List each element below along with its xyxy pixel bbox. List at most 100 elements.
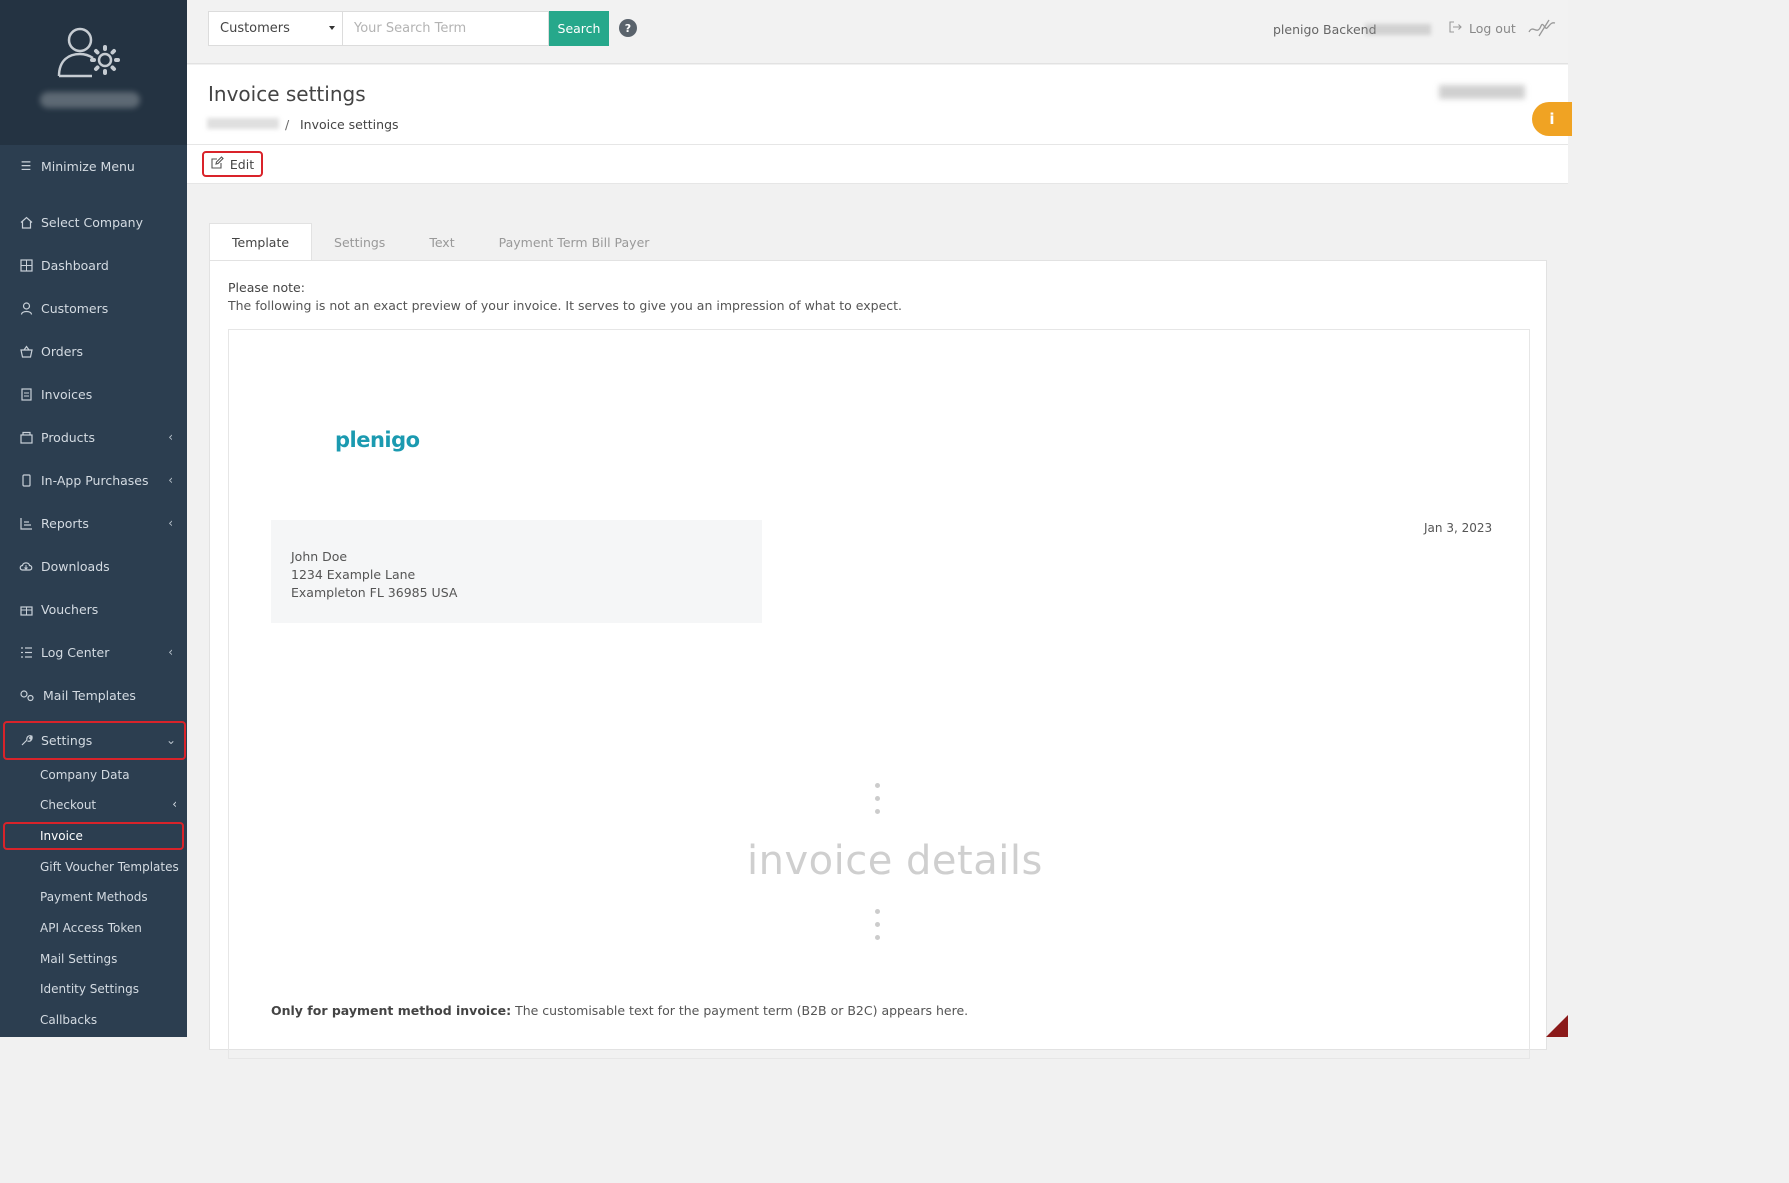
sidebar-subitem-company-data[interactable]: Company Data: [0, 760, 187, 790]
sidebar-item-reports[interactable]: Reports ‹: [0, 503, 187, 543]
sidebar-item-label: Orders: [41, 343, 84, 359]
chevron-left-icon: ‹: [168, 430, 173, 444]
search-button[interactable]: Search: [549, 11, 609, 46]
invoice-date: Jan 3, 2023: [1424, 521, 1493, 535]
minimize-menu-button[interactable]: ☰ Minimize Menu: [0, 146, 187, 186]
payment-term-text: Only for payment method invoice: The cus…: [271, 1003, 968, 1018]
sidebar-item-label: Vouchers: [41, 601, 99, 617]
ellipsis-vertical-icon: [875, 783, 881, 822]
grid-icon: [19, 258, 33, 272]
toolbar: Edit: [187, 145, 1568, 184]
search-scope-select[interactable]: Customers: [208, 11, 343, 46]
sidebar-subitem-payment-methods[interactable]: Payment Methods: [0, 882, 187, 912]
sidebar-item-downloads[interactable]: Downloads: [0, 546, 187, 586]
tab-bar: Template Settings Text Payment Term Bill…: [209, 223, 671, 261]
logout-label: Log out: [1469, 21, 1516, 36]
minimize-menu-label: Minimize Menu: [41, 158, 135, 174]
edit-label: Edit: [229, 156, 255, 172]
sidebar-item-dashboard[interactable]: Dashboard: [0, 245, 187, 285]
sidebar-item-in-app-purchases[interactable]: In-App Purchases ‹: [0, 460, 187, 500]
subitem-label: API Access Token: [40, 921, 142, 935]
invoice-details-placeholder: invoice details: [747, 838, 1043, 884]
list-icon: [19, 645, 33, 659]
document-icon: [19, 387, 33, 401]
sidebar-item-mail-templates[interactable]: Mail Templates: [0, 675, 187, 715]
sidebar-item-select-company[interactable]: Select Company: [0, 202, 187, 242]
address-line: 1234 Example Lane: [291, 567, 416, 582]
phone-icon: [19, 473, 33, 487]
chevron-down-icon: ⌄: [165, 733, 176, 747]
address-line: John Doe: [291, 549, 348, 564]
page-header: Invoice settings / Invoice settings i: [187, 65, 1572, 145]
chevron-left-icon: ‹: [168, 516, 173, 530]
sidebar-item-label: Reports: [41, 515, 89, 531]
sidebar-item-settings[interactable]: Settings ⌄: [3, 721, 186, 760]
search-input[interactable]: [343, 11, 549, 46]
sidebar-subitem-checkout[interactable]: Checkout ‹: [0, 790, 187, 820]
sidebar-item-label: Customers: [41, 300, 109, 316]
subitem-label: Payment Methods: [40, 890, 148, 904]
sidebar-subitem-api-access-token[interactable]: API Access Token: [0, 913, 187, 943]
caret-down-icon: [329, 26, 335, 30]
company-logo: plenigo: [335, 428, 420, 452]
subitem-label: Checkout: [40, 798, 97, 812]
sidebar-item-label: Settings: [41, 733, 93, 748]
sidebar-item-label: Downloads: [41, 558, 110, 574]
hamburger-icon: ☰: [20, 159, 32, 173]
company-name-redacted: [1439, 85, 1525, 99]
subitem-label: Callbacks: [40, 1013, 98, 1027]
resize-corner-icon: [1546, 1015, 1568, 1037]
chart-icon: [19, 516, 33, 530]
logout-icon: [1449, 21, 1463, 36]
subitem-label: Identity Settings: [40, 982, 140, 996]
sidebar-item-label: Mail Templates: [43, 687, 136, 703]
payment-term-body: The customisable text for the payment te…: [511, 1003, 969, 1018]
tab-payment-term-bill-payer[interactable]: Payment Term Bill Payer: [477, 223, 672, 261]
tab-settings[interactable]: Settings: [312, 223, 407, 261]
sidebar-item-label: Products: [41, 429, 95, 445]
chevron-left-icon: ‹: [172, 797, 177, 811]
help-icon[interactable]: ?: [619, 19, 637, 37]
tab-template[interactable]: Template: [209, 223, 313, 261]
sidebar-subitem-gift-voucher-templates[interactable]: Gift Voucher Templates: [0, 852, 187, 882]
basket-icon: [19, 344, 33, 358]
topbar: Customers Search ? plenigo Backend Log o…: [187, 0, 1568, 64]
home-icon: [19, 215, 33, 229]
profile-area: [0, 0, 187, 145]
sidebar-item-log-center[interactable]: Log Center ‹: [0, 632, 187, 672]
user-label: plenigo Backend: [1273, 22, 1377, 37]
sidebar-item-label: Log Center: [41, 644, 110, 660]
sidebar-item-label: Dashboard: [41, 257, 109, 273]
sidebar-subitem-callbacks[interactable]: Callbacks: [0, 1005, 187, 1035]
tab-text[interactable]: Text: [407, 223, 476, 261]
sidebar-item-label: Select Company: [41, 214, 144, 230]
box-icon: [19, 430, 33, 444]
breadcrumb-separator: /: [285, 117, 290, 132]
sidebar-item-orders[interactable]: Orders: [0, 331, 187, 371]
sidebar-subitem-invoice[interactable]: Invoice: [3, 822, 184, 850]
sidebar-item-customers[interactable]: Customers: [0, 288, 187, 328]
page-title: Invoice settings: [208, 82, 366, 106]
template-panel: Please note: The following is not an exa…: [209, 260, 1547, 1059]
note-text: The following is not an exact preview of…: [228, 298, 903, 313]
sidebar-item-products[interactable]: Products ‹: [0, 417, 187, 457]
subitem-label: Gift Voucher Templates: [40, 860, 179, 874]
info-button[interactable]: i: [1532, 102, 1572, 136]
edit-button[interactable]: Edit: [202, 151, 263, 177]
search-scope-value: Customers: [220, 21, 290, 36]
payment-term-bold: Only for payment method invoice:: [271, 1003, 512, 1018]
sidebar-item-invoices[interactable]: Invoices: [0, 374, 187, 414]
username-redacted[interactable]: [40, 92, 140, 108]
subitem-label: Mail Settings: [40, 952, 118, 966]
sidebar-item-vouchers[interactable]: Vouchers: [0, 589, 187, 629]
address-line: Exampleton FL 36985 USA: [291, 585, 458, 600]
sidebar-subitem-identity-settings[interactable]: Identity Settings: [0, 974, 187, 1004]
breadcrumb-parent-redacted[interactable]: [207, 118, 279, 129]
logout-link[interactable]: Log out: [1449, 21, 1516, 36]
sidebar-item-label: In-App Purchases: [41, 472, 149, 488]
gift-icon: [19, 602, 33, 616]
sidebar-subitem-mail-settings[interactable]: Mail Settings: [0, 944, 187, 974]
cloud-download-icon: [19, 559, 33, 573]
sidebar-item-label: Invoices: [41, 386, 93, 402]
signature-logo-icon: [1527, 16, 1557, 44]
